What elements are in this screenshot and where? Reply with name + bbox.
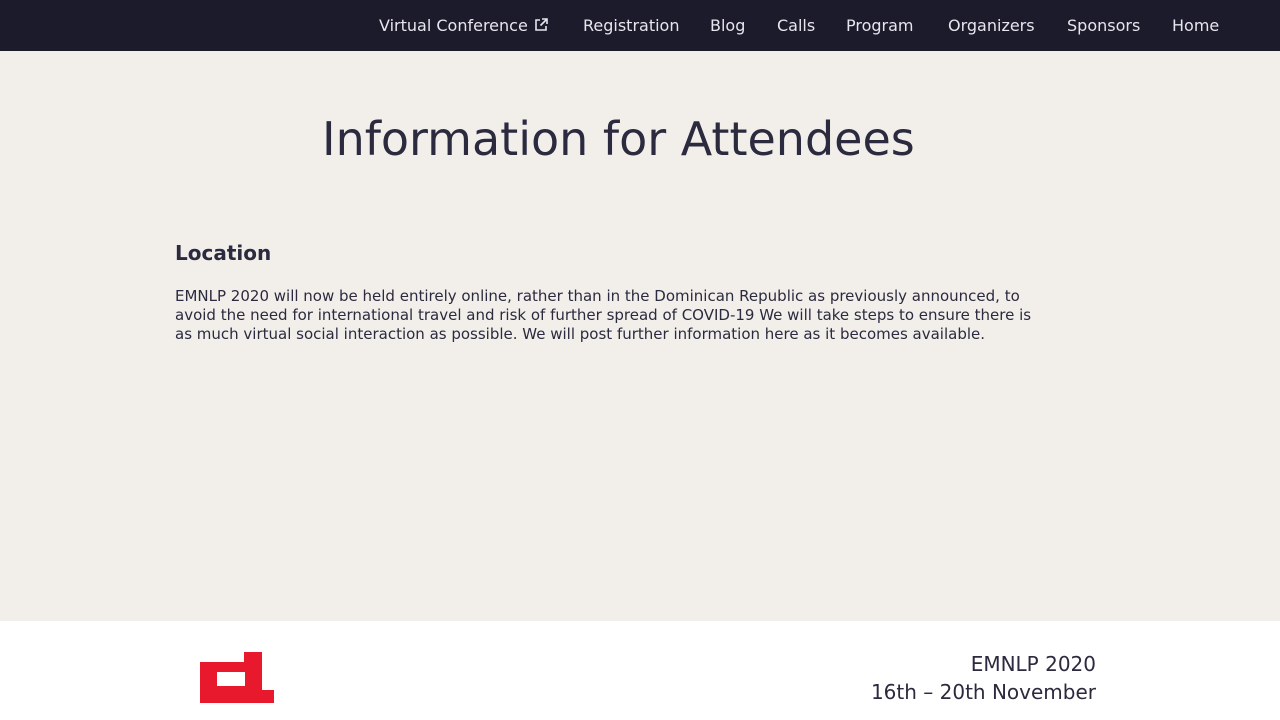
footer-conference-dates: 16th – 20th November [870, 680, 1096, 704]
paragraph-line-2: avoid the need for international travel … [175, 306, 1032, 324]
embedded-map-frame[interactable] [173, 375, 1170, 605]
nav-sponsors-link[interactable]: Sponsors [1065, 12, 1142, 39]
footer-conference-name: EMNLP 2020 [970, 652, 1096, 676]
nav-home-link[interactable]: Home [1170, 12, 1221, 39]
nav-organizers-link[interactable]: Organizers [946, 12, 1037, 39]
nav-virtual-conference-label: Virtual Conference [379, 16, 528, 35]
main-content: Information for Attendees Location EMNLP… [0, 51, 1280, 621]
nav-program-link[interactable]: Program [844, 12, 916, 39]
paragraph-line-3: as much virtual social interaction as po… [175, 325, 986, 343]
section-heading-location: Location [175, 241, 272, 265]
external-link-icon [534, 18, 548, 31]
nav-calls-link[interactable]: Calls [775, 12, 817, 39]
menu-toggle-button[interactable] [1256, 3, 1280, 49]
nav-registration-link[interactable]: Registration [581, 12, 681, 39]
nav-blog-link[interactable]: Blog [708, 12, 747, 39]
emnlp-logo[interactable] [200, 652, 274, 703]
page-title: Information for Attendees [322, 112, 915, 166]
nav-virtual-conference-link[interactable]: Virtual Conference [377, 12, 550, 39]
footer: EMNLP 2020 16th – 20th November [0, 621, 1280, 720]
top-navigation: Virtual Conference Registration Blog Cal… [0, 0, 1280, 51]
paragraph-line-1: EMNLP 2020 will now be held entirely onl… [175, 287, 1020, 305]
